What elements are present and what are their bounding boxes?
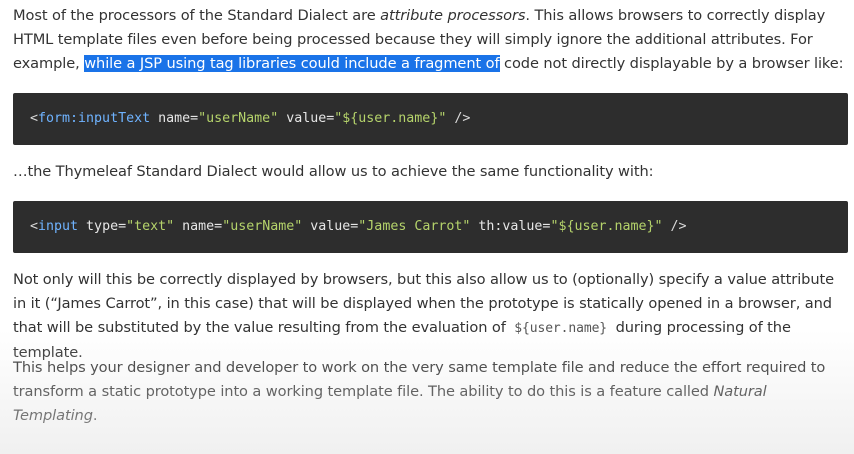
para1-emphasis: attribute processors (380, 7, 526, 24)
code2-val3: "James Carrot" (358, 219, 471, 234)
paragraph-natural-templating: This helps your designer and developer t… (13, 356, 848, 428)
code2-attr1: type= (78, 219, 127, 234)
code2-val2: "userName" (222, 219, 303, 234)
code2-open: < (30, 219, 39, 234)
para1-text-a: Most of the processors of the Standard D… (13, 7, 381, 24)
code1-tag: form:inputText (38, 111, 151, 126)
code2-val4: "${user.name}" (550, 219, 663, 234)
code2-attr2: name= (174, 219, 223, 234)
selected-text-highlight[interactable]: while a JSP using tag libraries could in… (84, 55, 500, 72)
para4-text-a: This helps your designer and developer t… (13, 359, 826, 400)
code1-close: /> (446, 111, 471, 126)
document-page: Most of the processors of the Standard D… (0, 0, 854, 454)
code-block-jsp: <form:inputText name="userName" value="$… (13, 93, 848, 145)
code2-close: /> (662, 219, 687, 234)
para4-text-b: . (92, 407, 98, 424)
code1-attr1: name= (150, 111, 199, 126)
para1-text-c: code not directly displayable by a brows… (499, 55, 844, 72)
inline-code-user-name: ${user.name} (514, 321, 608, 336)
paragraph-thymeleaf-intro: …the Thymeleaf Standard Dialect would al… (13, 163, 654, 180)
code1-val2: "${user.name}" (334, 111, 447, 126)
code2-tag: input (38, 219, 79, 234)
code1-open: < (30, 111, 39, 126)
code-block-thymeleaf: <input type="text" name="userName" value… (13, 201, 848, 253)
code2-val1: "text" (126, 219, 175, 234)
paragraph-prototype-value: Not only will this be correctly displaye… (13, 268, 848, 365)
code2-attr3: value= (302, 219, 359, 234)
code1-val1: "userName" (198, 111, 279, 126)
paragraph-attribute-processors: Most of the processors of the Standard D… (13, 4, 848, 76)
code1-attr2: value= (278, 111, 335, 126)
code2-attr4: th:value= (470, 219, 551, 234)
